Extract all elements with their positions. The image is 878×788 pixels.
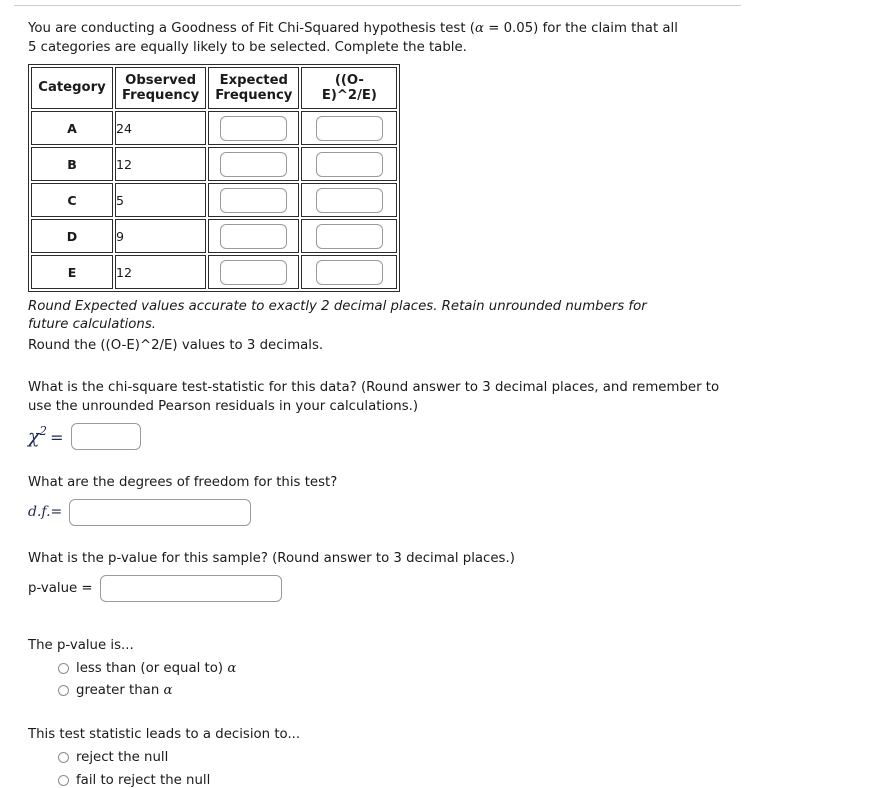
decision-option-label: reject the null (76, 750, 169, 766)
header-category: Category (31, 66, 113, 110)
rounding-note-expected: Round Expected values accurate to exactl… (28, 299, 647, 333)
p-value-label: p-value = (28, 580, 93, 596)
cell-contribution (301, 111, 398, 146)
table-header-row: Category Observed Frequency Expected Fre… (31, 66, 398, 110)
cell-expected (208, 183, 300, 218)
cell-contribution (301, 219, 398, 254)
header-observed: Observed Frequency (115, 66, 207, 110)
decision-option-label: fail to reject the null (76, 772, 211, 788)
p-value-option-less-than[interactable]: less than (or equal to) α (58, 660, 788, 676)
cell-category: D (31, 219, 113, 254)
expected-input-d[interactable] (220, 223, 288, 249)
contribution-input-e[interactable] (315, 259, 383, 285)
degrees-of-freedom-label: d.f.= (28, 504, 63, 521)
decision-title: This test statistic leads to a decision … (28, 727, 301, 743)
contribution-input-b[interactable] (315, 151, 383, 177)
cell-expected (208, 111, 300, 146)
worksheet-content: You are conducting a Goodness of Fit Chi… (28, 20, 788, 787)
table-row: C 5 (31, 183, 398, 218)
cell-category: C (31, 183, 113, 218)
contribution-input-c[interactable] (315, 187, 383, 213)
cell-expected (208, 219, 300, 254)
cell-contribution (301, 147, 398, 182)
table-row: A 24 (31, 111, 398, 146)
cell-observed: 5 (115, 183, 207, 218)
table-row: B 12 (31, 147, 398, 182)
header-contribution: ((O-E)^2/E) (301, 66, 398, 110)
chi-exponent: 2 (39, 424, 48, 439)
expected-input-e[interactable] (220, 259, 288, 285)
p-value-option-label: less than (or equal to) α (76, 660, 237, 676)
chi-square-answer-row: χ2 = (28, 422, 788, 450)
cell-contribution (301, 183, 398, 218)
decision-option-fail-to-reject[interactable]: fail to reject the null (58, 772, 788, 788)
cell-observed: 24 (115, 111, 207, 146)
table-row: D 9 (31, 219, 398, 254)
chi-square-label: χ2 = (28, 424, 64, 448)
chi-square-question: What is the chi-square test-statistic fo… (28, 380, 720, 414)
p-value-question: What is the p-value for this sample? (Ro… (28, 550, 515, 566)
cell-category: A (31, 111, 113, 146)
cell-expected (208, 147, 300, 182)
degrees-of-freedom-answer-row: d.f.= (28, 498, 788, 526)
expected-input-a[interactable] (220, 115, 288, 141)
radio-icon[interactable] (58, 752, 69, 764)
p-value-input[interactable] (99, 574, 282, 602)
cell-category: B (31, 147, 113, 182)
contribution-input-d[interactable] (315, 223, 383, 249)
expected-input-c[interactable] (220, 187, 288, 213)
p-value-option-greater-than[interactable]: greater than α (58, 684, 788, 697)
degrees-of-freedom-question: What are the degrees of freedom for this… (28, 474, 338, 490)
p-value-answer-row: p-value = (28, 574, 788, 602)
degrees-of-freedom-input[interactable] (69, 498, 252, 526)
contribution-input-a[interactable] (315, 115, 383, 141)
p-value-comparison-title: The p-value is... (28, 637, 134, 653)
table-row: E 12 (31, 255, 398, 290)
cell-observed: 9 (115, 219, 207, 254)
header-expected: Expected Frequency (208, 66, 300, 110)
cell-expected (208, 255, 300, 290)
top-divider (14, 5, 741, 6)
chi-equals: = (50, 427, 64, 447)
p-value-option-label: greater than α (76, 682, 173, 698)
chi-symbol: χ (28, 425, 40, 448)
chi-square-input[interactable] (70, 422, 141, 450)
cell-contribution (301, 255, 398, 290)
radio-icon[interactable] (58, 662, 69, 674)
rounding-note-contribution: Round the ((O-E)^2/E) values to 3 decima… (28, 337, 324, 353)
intro-text: You are conducting a Goodness of Fit Chi… (28, 21, 678, 55)
cell-observed: 12 (115, 255, 207, 290)
cell-category: E (31, 255, 113, 290)
cell-observed: 12 (115, 147, 207, 182)
goodness-of-fit-table: Category Observed Frequency Expected Fre… (28, 63, 401, 293)
expected-input-b[interactable] (220, 151, 288, 177)
decision-option-reject[interactable]: reject the null (58, 750, 788, 766)
radio-icon[interactable] (58, 774, 69, 786)
radio-icon[interactable] (58, 685, 69, 697)
